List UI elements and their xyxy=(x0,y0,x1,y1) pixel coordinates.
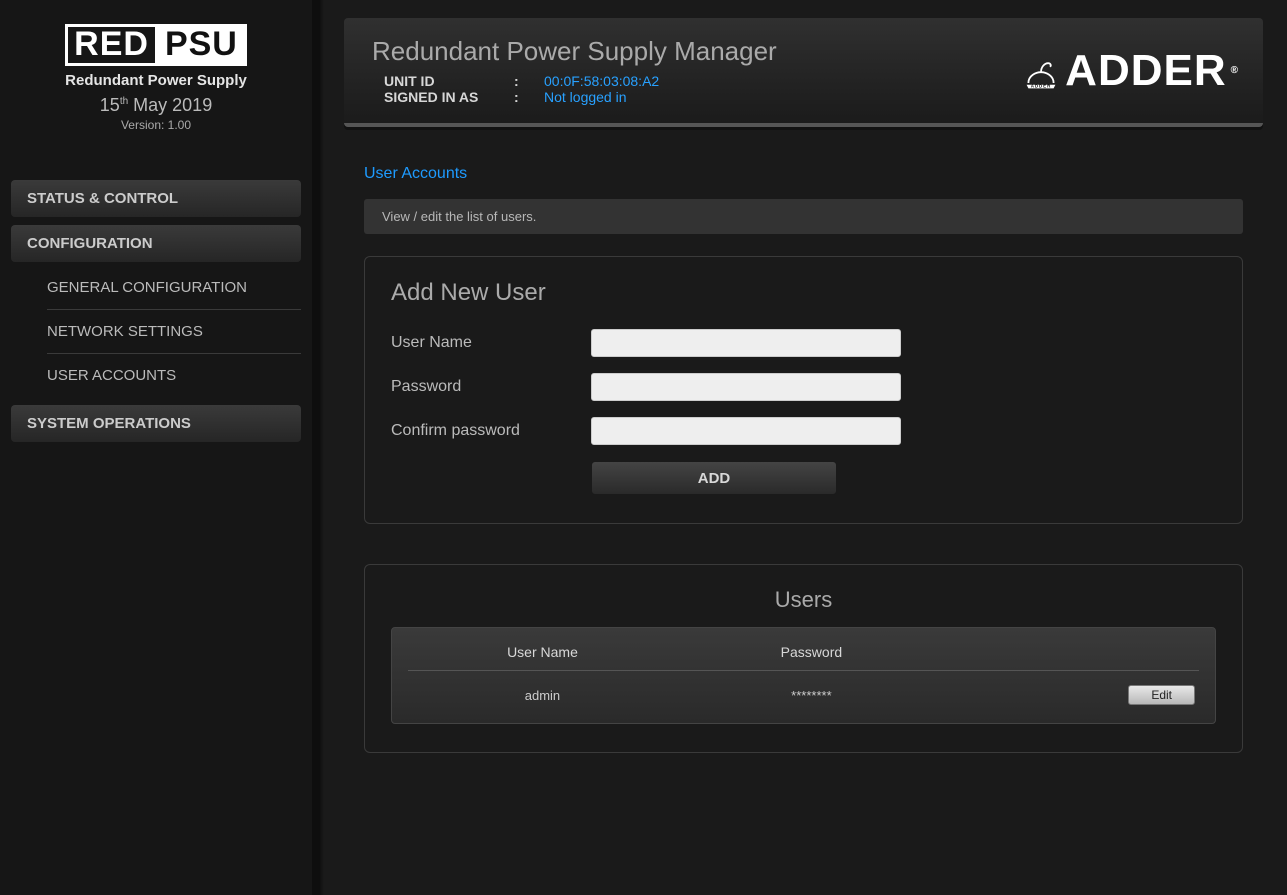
registered-icon: ® xyxy=(1231,65,1239,76)
row-password: Password xyxy=(391,373,1216,401)
section-title: User Accounts xyxy=(364,165,1243,183)
col-password: Password xyxy=(677,636,946,671)
username-label: User Name xyxy=(391,334,591,352)
password-input[interactable] xyxy=(591,373,901,401)
nav-system-operations[interactable]: SYSTEM OPERATIONS xyxy=(11,405,301,442)
page-title: Redundant Power Supply Manager xyxy=(372,36,777,67)
row-confirm: Confirm password xyxy=(391,417,1216,445)
signed-in-value: Not logged in xyxy=(544,89,627,105)
date-line: 15th May 2019 xyxy=(65,95,247,116)
confirm-password-input[interactable] xyxy=(591,417,901,445)
row-username: User Name xyxy=(391,329,1216,357)
header-panel: Redundant Power Supply Manager UNIT ID :… xyxy=(344,18,1263,127)
unit-id-label: UNIT ID xyxy=(384,73,514,89)
unit-id-row: UNIT ID : 00:0F:58:03:08:A2 xyxy=(384,73,777,89)
sidebar: REDPSU Redundant Power Supply 15th May 2… xyxy=(0,0,320,895)
subnav-network-settings[interactable]: NETWORK SETTINGS xyxy=(47,310,301,354)
main: Redundant Power Supply Manager UNIT ID :… xyxy=(320,0,1287,895)
nav-configuration[interactable]: CONFIGURATION xyxy=(11,225,301,262)
logo-subtitle: Redundant Power Supply xyxy=(65,72,247,89)
subnav-user-accounts[interactable]: USER ACCOUNTS xyxy=(47,354,301,397)
confirm-label: Confirm password xyxy=(391,422,591,440)
password-label: Password xyxy=(391,378,591,396)
date-rest: May 2019 xyxy=(128,95,212,115)
colon: : xyxy=(514,89,530,105)
logo: REDPSU xyxy=(65,24,247,66)
brand-emblem-icon: ADDER xyxy=(1023,53,1059,89)
add-button-row: ADD xyxy=(591,461,1216,495)
brand-logo: ADDER ADDER ® xyxy=(1023,46,1239,96)
users-table: User Name Password admin ******** Edit xyxy=(391,627,1216,724)
subnav: GENERAL CONFIGURATION NETWORK SETTINGS U… xyxy=(11,266,301,397)
page-section: User Accounts View / edit the list of us… xyxy=(364,165,1243,753)
nav: STATUS & CONTROL CONFIGURATION GENERAL C… xyxy=(11,180,301,450)
users-card: Users User Name Password admin ******** xyxy=(364,564,1243,753)
unit-id-value: 00:0F:58:03:08:A2 xyxy=(544,73,659,89)
add-user-heading: Add New User xyxy=(391,279,1216,307)
logo-part1: RED xyxy=(65,24,158,66)
signed-in-label: SIGNED IN AS xyxy=(384,89,514,105)
date-day: 15 xyxy=(100,95,120,115)
info-bar: View / edit the list of users. xyxy=(364,199,1243,234)
logo-part2: PSU xyxy=(156,24,247,66)
users-heading: Users xyxy=(391,587,1216,613)
logo-block: REDPSU Redundant Power Supply 15th May 2… xyxy=(65,24,247,132)
username-input[interactable] xyxy=(591,329,901,357)
table-row: admin ******** Edit xyxy=(408,671,1199,706)
svg-text:ADDER: ADDER xyxy=(1031,83,1052,88)
subnav-general-config[interactable]: GENERAL CONFIGURATION xyxy=(47,266,301,310)
nav-status-control[interactable]: STATUS & CONTROL xyxy=(11,180,301,217)
cell-password: ******** xyxy=(677,671,946,706)
date-ordinal: th xyxy=(120,96,128,107)
header-left: Redundant Power Supply Manager UNIT ID :… xyxy=(372,36,777,105)
add-button[interactable]: ADD xyxy=(591,461,837,495)
edit-button[interactable]: Edit xyxy=(1128,685,1195,705)
signed-in-row: SIGNED IN AS : Not logged in xyxy=(384,89,777,105)
brand-text: ADDER xyxy=(1065,46,1226,96)
version-line: Version: 1.00 xyxy=(65,118,247,132)
col-username: User Name xyxy=(408,636,677,671)
add-user-card: Add New User User Name Password Confirm … xyxy=(364,256,1243,524)
colon: : xyxy=(514,73,530,89)
cell-username: admin xyxy=(408,671,677,706)
